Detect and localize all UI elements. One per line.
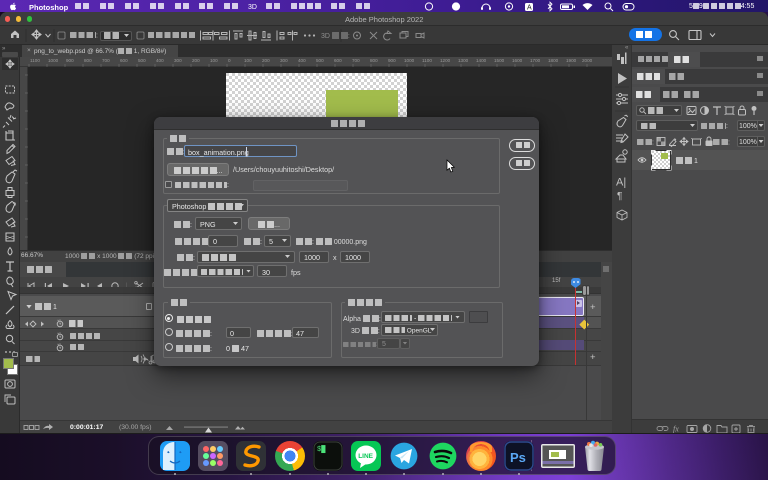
svg-text:Ps: Ps bbox=[510, 450, 526, 465]
svg-text:700: 700 bbox=[352, 58, 360, 63]
svg-text:A: A bbox=[527, 5, 532, 12]
svg-text:1800: 1800 bbox=[548, 58, 559, 63]
svg-text:1600: 1600 bbox=[512, 58, 523, 63]
svg-text:1900: 1900 bbox=[566, 58, 577, 63]
svg-text:600: 600 bbox=[120, 58, 128, 63]
svg-text:1400: 1400 bbox=[476, 58, 487, 63]
svg-text:200: 200 bbox=[192, 58, 200, 63]
svg-text:900: 900 bbox=[388, 58, 396, 63]
svg-text:800: 800 bbox=[370, 58, 378, 63]
svg-text:600: 600 bbox=[334, 58, 342, 63]
svg-text:$█: $█ bbox=[317, 445, 326, 454]
svg-text:1300: 1300 bbox=[458, 58, 469, 63]
svg-text:800: 800 bbox=[84, 58, 92, 63]
svg-text:2000: 2000 bbox=[582, 58, 593, 63]
svg-text:1200: 1200 bbox=[440, 58, 451, 63]
svg-text:100: 100 bbox=[244, 58, 252, 63]
svg-text:900: 900 bbox=[66, 58, 74, 63]
svg-text:0: 0 bbox=[228, 58, 231, 63]
svg-text:1100: 1100 bbox=[422, 58, 432, 63]
svg-text:700: 700 bbox=[102, 58, 110, 63]
svg-text:1000: 1000 bbox=[404, 58, 415, 63]
svg-text:300: 300 bbox=[280, 58, 288, 63]
svg-text:LINE: LINE bbox=[358, 453, 373, 460]
svg-text:A|: A| bbox=[616, 177, 626, 189]
svg-text:1000: 1000 bbox=[48, 58, 59, 63]
svg-text:1700: 1700 bbox=[530, 58, 541, 63]
svg-text:500: 500 bbox=[316, 58, 324, 63]
svg-text:300: 300 bbox=[174, 58, 182, 63]
svg-text:400: 400 bbox=[298, 58, 306, 63]
svg-text:1100: 1100 bbox=[30, 58, 40, 63]
svg-text:1500: 1500 bbox=[494, 58, 505, 63]
svg-text:500: 500 bbox=[138, 58, 146, 63]
svg-text:400: 400 bbox=[156, 58, 164, 63]
svg-text:100: 100 bbox=[210, 58, 218, 63]
svg-text:¶: ¶ bbox=[617, 191, 622, 202]
svg-text:200: 200 bbox=[262, 58, 270, 63]
